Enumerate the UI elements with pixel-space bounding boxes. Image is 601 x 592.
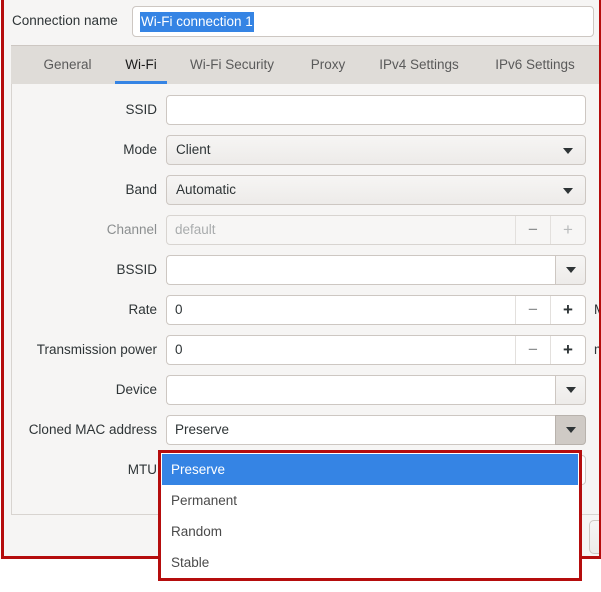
channel-placeholder: default [175, 222, 216, 237]
bssid-label: BSSID [116, 262, 157, 277]
chevron-down-icon [566, 267, 576, 273]
transmission-power-increment-button[interactable]: + [550, 336, 585, 364]
row-bssid: BSSID [12, 250, 601, 290]
dropdown-option-permanent[interactable]: Permanent [162, 485, 578, 516]
bssid-dropdown-button[interactable] [555, 255, 586, 285]
tab-wifi-security[interactable]: Wi-Fi Security [172, 46, 292, 84]
connection-name-value: Wi-Fi connection 1 [140, 12, 254, 32]
rate-value: 0 [175, 302, 183, 317]
row-mode: Mode Client [12, 130, 601, 170]
band-label: Band [125, 182, 157, 197]
mode-label: Mode [123, 142, 157, 157]
transmission-power-value: 0 [175, 342, 183, 357]
cloned-mac-address-dropdown-list[interactable]: Preserve Permanent Random Stable [161, 453, 579, 578]
mode-value: Client [176, 142, 211, 157]
tab-ipv6-settings[interactable]: IPv6 Settings [480, 46, 590, 84]
rate-increment-button[interactable]: + [550, 296, 585, 324]
mode-combobox[interactable]: Client [166, 135, 586, 165]
device-dropdown-button[interactable] [555, 375, 586, 405]
band-combobox[interactable]: Automatic [166, 175, 586, 205]
cloned-mac-address-value: Preserve [175, 422, 230, 437]
cloned-mac-address-label: Cloned MAC address [28, 422, 157, 437]
cloned-mac-address-combobox[interactable]: Preserve [166, 415, 586, 445]
connection-name-label: Connection name [12, 13, 118, 28]
ssid-label: SSID [125, 102, 157, 117]
row-ssid: SSID [12, 90, 601, 130]
chevron-down-icon [566, 427, 576, 433]
ssid-input[interactable] [166, 95, 586, 125]
tab-proxy[interactable]: Proxy [298, 46, 358, 84]
transmission-power-label: Transmission power [36, 342, 157, 357]
dropdown-option-random[interactable]: Random [162, 516, 578, 547]
connection-name-input[interactable]: Wi-Fi connection 1 [132, 6, 594, 37]
row-transmission-power: Transmission power 0 − + mW [12, 330, 601, 370]
tab-wifi[interactable]: Wi-Fi [115, 46, 167, 84]
channel-decrement-button[interactable]: − [515, 216, 550, 244]
tab-general[interactable]: General [25, 46, 110, 84]
cancel-button[interactable]: Cancel [589, 520, 601, 554]
tab-ipv4-settings[interactable]: IPv4 Settings [364, 46, 474, 84]
cloned-mac-address-dropdown-button[interactable] [555, 415, 586, 445]
device-label: Device [115, 382, 157, 397]
bssid-combobox[interactable] [166, 255, 586, 285]
device-input[interactable] [166, 375, 555, 405]
chevron-down-icon [566, 387, 576, 393]
dropdown-option-stable[interactable]: Stable [162, 547, 578, 578]
connection-name-row: Connection name Wi-Fi connection 1 [4, 0, 601, 44]
transmission-power-unit-label: mW [594, 342, 601, 357]
channel-increment-button[interactable]: + [550, 216, 585, 244]
rate-unit-label: Mb/s [594, 302, 601, 317]
cloned-mac-address-input[interactable]: Preserve [166, 415, 555, 445]
bssid-input[interactable] [166, 255, 555, 285]
transmission-power-spinbutton[interactable]: 0 − + [166, 335, 586, 365]
settings-tabbar: General Wi-Fi Wi-Fi Security Proxy IPv4 … [11, 45, 601, 84]
row-channel: Channel default − + [12, 210, 601, 250]
dropdown-option-preserve[interactable]: Preserve [162, 454, 578, 485]
row-cloned-mac-address: Cloned MAC address Preserve [12, 410, 601, 450]
rate-label: Rate [128, 302, 157, 317]
chevron-down-icon [563, 148, 573, 154]
row-rate: Rate 0 − + Mb/s [12, 290, 601, 330]
channel-spinbutton[interactable]: default − + [166, 215, 586, 245]
channel-label: Channel [106, 222, 157, 237]
rate-spinbutton[interactable]: 0 − + [166, 295, 586, 325]
row-band: Band Automatic [12, 170, 601, 210]
band-value: Automatic [176, 182, 237, 197]
row-device: Device [12, 370, 601, 410]
rate-decrement-button[interactable]: − [515, 296, 550, 324]
mtu-label: MTU [127, 462, 157, 477]
transmission-power-decrement-button[interactable]: − [515, 336, 550, 364]
device-combobox[interactable] [166, 375, 586, 405]
chevron-down-icon [563, 188, 573, 194]
